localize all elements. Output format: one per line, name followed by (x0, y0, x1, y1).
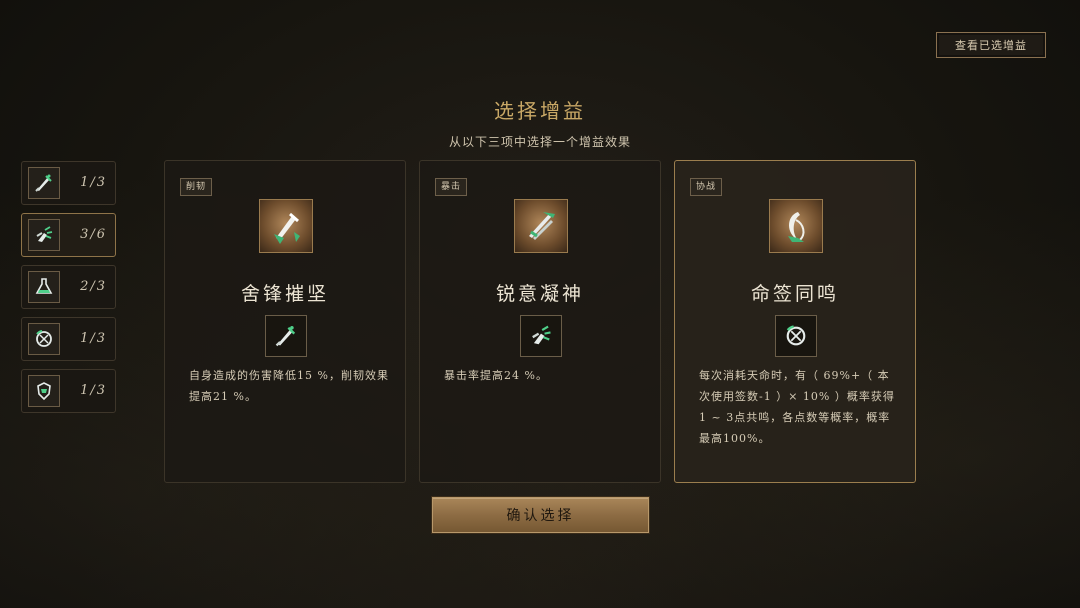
sword-icon (28, 167, 60, 199)
sidebar-item-shield[interactable]: 1/3 (21, 369, 116, 413)
shield-icon (28, 375, 60, 407)
crossed-blades-icon (514, 199, 568, 253)
buff-name: 命签同鸣 (750, 283, 839, 305)
buff-description: 自身造成的伤害降低15 %，削韧效果提高21 %。 (189, 369, 389, 403)
sidebar-count: 1/3 (80, 331, 107, 346)
rune-circle-icon (775, 315, 817, 357)
sidebar-item-shatter[interactable]: 3/6 (21, 213, 116, 257)
view-selected-buffs-button[interactable]: 查看已选增益 (936, 32, 1046, 58)
buff-category-list: 1/3 3/6 2/3 1/3 1/3 (21, 161, 116, 421)
buff-card-3[interactable]: 协战 命签同鸣 每次消耗天命时，有（ 69%+（ 本次使用签数-1 ）× 10%… (674, 160, 916, 483)
greatsword-icon (259, 199, 313, 253)
flask-icon (28, 271, 60, 303)
crescent-talisman-icon (769, 199, 823, 253)
buff-tag: 暴击 (435, 178, 468, 196)
buff-tag: 削韧 (180, 178, 213, 196)
sidebar-count: 1/3 (80, 383, 107, 398)
page-title: 选择增益 (494, 99, 586, 123)
sword-icon (265, 315, 307, 357)
rune-circle-icon (28, 323, 60, 355)
confirm-selection-button[interactable]: 确认选择 (432, 497, 649, 533)
buff-name: 锐意凝神 (495, 283, 584, 305)
shatter-icon (520, 315, 562, 357)
sidebar-item-sword[interactable]: 1/3 (21, 161, 116, 205)
sidebar-count: 2/3 (80, 279, 107, 294)
buff-card-2[interactable]: 暴击 锐意凝神 暴击率提高24 %。 (419, 160, 661, 483)
buff-name: 舍锋摧坚 (240, 283, 329, 305)
page-subtitle: 从以下三项中选择一个增益效果 (448, 135, 631, 149)
buff-description: 暴击率提高24 %。 (444, 369, 548, 382)
buff-tag: 协战 (690, 178, 723, 196)
buff-card-1[interactable]: 削韧 舍锋摧坚 自身造成的伤害降低15 %，削韧效果提高21 %。 (164, 160, 406, 483)
sidebar-item-rune[interactable]: 1/3 (21, 317, 116, 361)
sidebar-item-flask[interactable]: 2/3 (21, 265, 116, 309)
shatter-icon (28, 219, 60, 251)
sidebar-count: 3/6 (80, 227, 107, 242)
sidebar-count: 1/3 (80, 175, 107, 190)
buff-description: 每次消耗天命时，有（ 69%+（ 本次使用签数-1 ）× 10% ）概率获得1 … (699, 369, 895, 445)
